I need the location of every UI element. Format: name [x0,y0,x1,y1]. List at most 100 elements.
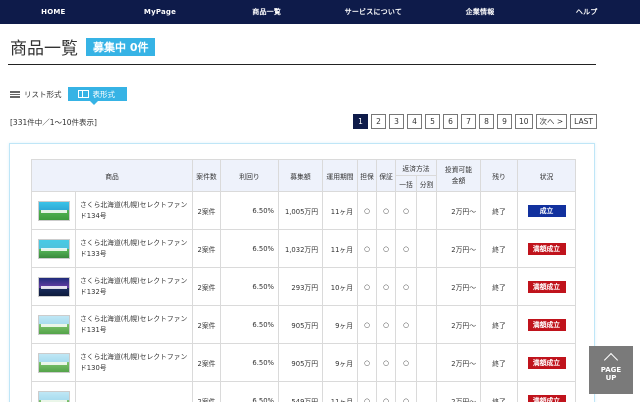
collateral-mark: ○ [357,191,377,230]
page-4-button[interactable]: 4 [406,114,422,129]
thumbnail-logo-band [40,323,67,327]
page-8-button[interactable]: 8 [478,114,494,129]
guarantee-mark: ○ [376,343,396,382]
status-cell: 満額成立 [517,267,576,306]
product-name[interactable]: さくら北海道(札幌)セレクトファンド131号 [75,305,193,344]
page-7-button[interactable]: 7 [460,114,476,129]
list-view-button[interactable]: リスト形式 [10,87,68,101]
status-cell: 満額成立 [517,343,576,382]
nav-home[interactable]: HOME [0,0,107,24]
case-count: 2案件 [192,305,221,344]
last-page-button[interactable]: LAST [570,114,597,129]
recruiting-count-badge: 募集中 0件 [86,37,156,56]
raise-amount: 293万円 [278,267,323,306]
guarantee-mark: ○ [376,381,396,402]
product-thumbnail[interactable] [37,238,70,259]
nav-help[interactable]: ヘルプ [533,0,640,24]
remaining-status: 終了 [480,267,518,306]
table-row[interactable]: さくら北海道(札幌)セレクトファンド134号 2案件 6.50% 1,005万円 11ヶ… [31,191,576,230]
product-thumbnail[interactable] [37,276,70,297]
operation-period: 9ヶ月 [322,305,358,344]
next-page-button[interactable]: 次へ > [535,114,568,129]
table-row[interactable]: さくら北海道(札幌)セレクトファンド132号 2案件 6.50% 293万円 10ヶ月 ○… [31,267,576,306]
page-1-button[interactable]: 1 [352,114,368,129]
table-row[interactable]: さくら北海道(札幌)セレクトファンド133号 2案件 6.50% 1,032万円 11ヶ… [31,229,576,268]
yield-rate: 6.50% [220,381,279,402]
product-thumbnail[interactable] [37,352,70,373]
header-guarantee: 保証 [376,159,396,192]
status-cell: 満額成立 [517,229,576,268]
min-investment: 2万円〜 [436,191,481,230]
repay-lump-mark: ○ [395,305,417,344]
product-name[interactable]: さくら北海道(札幌)セレクトファンド132号 [75,267,193,306]
product-thumbnail-cell [31,381,76,402]
nav-mypage[interactable]: MyPage [107,0,214,24]
collateral-mark: ○ [357,381,377,402]
table-row[interactable]: さくら北海道(札幌)セレクトファンド130号 2案件 6.50% 905万円 9ヶ月 ○ ○… [31,343,576,382]
raise-amount: 905万円 [278,305,323,344]
repay-split-mark [416,267,437,306]
nav-company[interactable]: 企業情報 [427,0,534,24]
view-toggle: リスト形式 表形式 [10,87,127,105]
pagination: 1 2 3 4 5 6 7 8 9 10 次へ > LAST [352,114,597,129]
nav-products[interactable]: 商品一覧 [213,0,320,24]
case-count: 2案件 [192,191,221,230]
raise-amount: 549万円 [278,381,323,402]
product-thumbnail[interactable] [37,390,70,402]
remaining-status: 終了 [480,191,518,230]
status-badge: 満額成立 [527,318,566,331]
product-thumbnail[interactable] [37,200,70,221]
product-thumbnail-cell [31,343,76,382]
page-title: 商品一覧 [10,39,78,59]
repay-lump-mark: ○ [395,267,417,306]
product-name[interactable]: さくら北海道(札幌)セレクトファンド134号 [75,191,193,230]
yield-rate: 6.50% [220,305,279,344]
min-investment: 2万円〜 [436,305,481,344]
status-cell: 満額成立 [517,381,576,402]
nav-about-service[interactable]: サービスについて [320,0,427,24]
status-cell: 満額成立 [517,305,576,344]
product-thumbnail[interactable] [37,314,70,335]
yield-rate: 6.50% [220,191,279,230]
page-2-button[interactable]: 2 [370,114,386,129]
page-3-button[interactable]: 3 [388,114,404,129]
status-badge: 成立 [527,204,566,217]
min-investment: 2万円〜 [436,381,481,402]
yield-rate: 6.50% [220,267,279,306]
header-remaining: 残り [480,159,518,192]
table-row[interactable]: 2案件 6.50% 549万円 11ヶ月 ○ ○ ○ 2万円〜 終了 満額成立 [31,381,576,402]
collateral-mark: ○ [357,267,377,306]
min-investment: 2万円〜 [436,229,481,268]
list-icon [10,90,20,98]
header-repay: 返済方法 [395,159,437,176]
status-badge: 満額成立 [527,394,566,402]
product-name[interactable]: さくら北海道(札幌)セレクトファンド133号 [75,229,193,268]
operation-period: 11ヶ月 [322,191,358,230]
repay-split-mark [416,343,437,382]
thumbnail-logo-band [40,361,67,365]
product-thumbnail-cell [31,191,76,230]
header-repay-split: 分割 [416,175,437,192]
page-9-button[interactable]: 9 [496,114,512,129]
thumbnail-logo-band [40,209,67,213]
page-5-button[interactable]: 5 [424,114,440,129]
table-view-button[interactable]: 表形式 [67,87,127,105]
header-cases: 案件数 [192,159,221,192]
product-name[interactable]: さくら北海道(札幌)セレクトファンド130号 [75,343,193,382]
page-6-button[interactable]: 6 [442,114,458,129]
min-investment: 2万円〜 [436,267,481,306]
header-status: 状況 [517,159,576,192]
table-row[interactable]: さくら北海道(札幌)セレクトファンド131号 2案件 6.50% 905万円 9ヶ月 ○ ○… [31,305,576,344]
raise-amount: 1,032万円 [278,229,323,268]
case-count: 2案件 [192,229,221,268]
repay-lump-mark: ○ [395,229,417,268]
page-10-button[interactable]: 10 [514,114,533,129]
operation-period: 9ヶ月 [322,343,358,382]
product-name[interactable] [75,381,193,402]
min-investment: 2万円〜 [436,343,481,382]
collateral-mark: ○ [357,305,377,344]
header-min-invest: 投資可能 金額 [436,159,481,192]
page-up-button[interactable]: PAGE UP [589,346,633,394]
header-period: 運用期間 [322,159,358,192]
raise-amount: 1,005万円 [278,191,323,230]
